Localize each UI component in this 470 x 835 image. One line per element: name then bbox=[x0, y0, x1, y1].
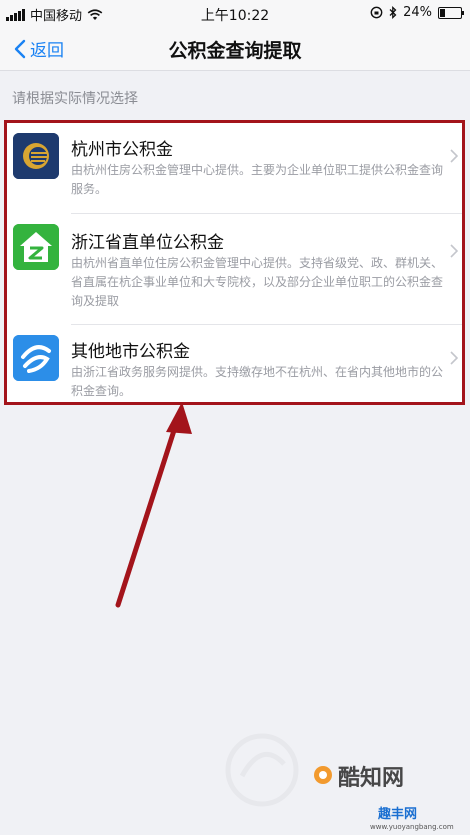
watermark-brand: 酷知网 bbox=[338, 766, 405, 791]
watermark-logo-icon bbox=[225, 733, 299, 807]
watermark-url: www.yuoyangbang.com bbox=[370, 823, 454, 831]
watermark-brand-icon bbox=[314, 766, 332, 784]
watermark-site: 趣丰网 bbox=[378, 807, 418, 822]
annotation-arrow bbox=[115, 402, 192, 608]
